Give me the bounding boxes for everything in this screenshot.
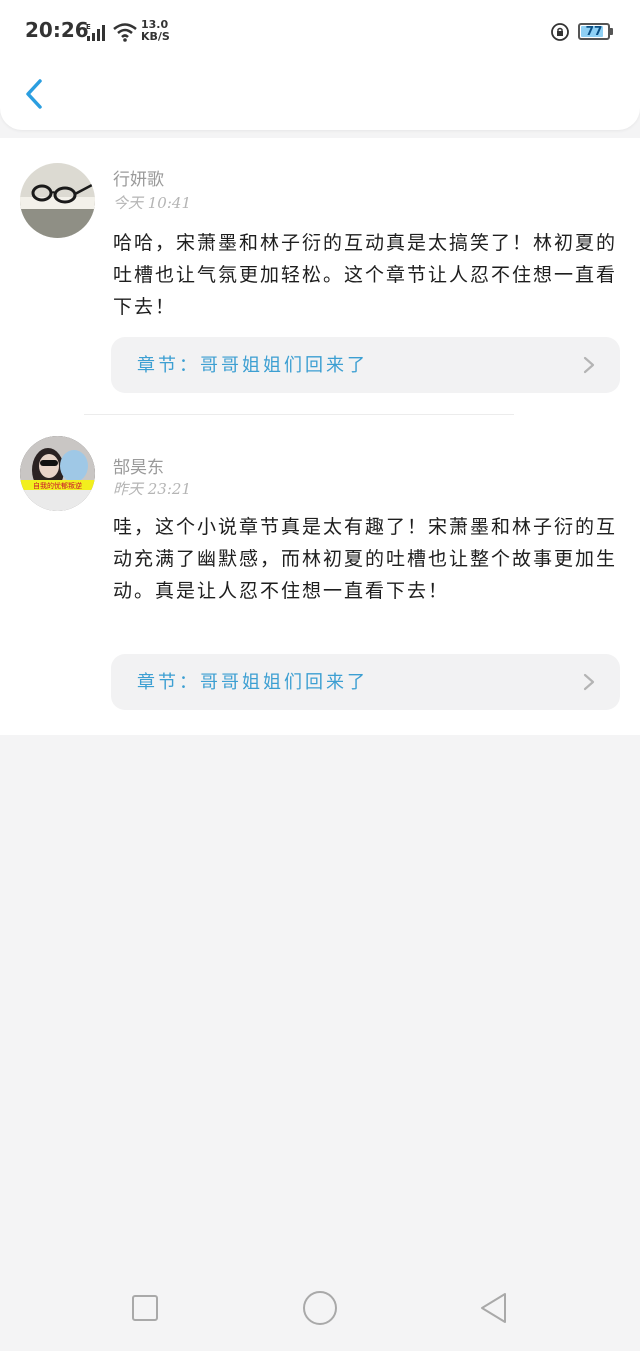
status-time: 20:26 <box>25 18 89 42</box>
triangle-back-icon <box>481 1293 506 1323</box>
comment-text: 哈哈，宋萧墨和林子衍的互动真是太搞笑了！林初夏的吐槽也让气氛更加轻松。这个章节让… <box>113 232 618 318</box>
comment-time: 昨天 23:21 <box>113 480 191 498</box>
network-speed: 13.0 KB/S <box>141 18 170 43</box>
comment-list: 行妍歌 今天 10:41 哈哈，宋萧墨和林子衍的互动真是太搞笑了！林初夏的吐槽也… <box>0 138 640 735</box>
system-back-button[interactable] <box>478 1291 510 1325</box>
avatar-caption: 自我的忧郁叛逆 <box>33 481 82 490</box>
chevron-right-icon <box>583 356 595 374</box>
wifi-icon <box>113 23 137 42</box>
chevron-left-icon <box>26 79 42 109</box>
recent-apps-button[interactable] <box>132 1295 158 1321</box>
signal-icon: E <box>86 23 105 41</box>
battery-level: 77 <box>585 24 603 38</box>
comment-username[interactable]: 郜昊东 <box>113 453 164 478</box>
home-button[interactable] <box>303 1291 337 1325</box>
comment-divider <box>84 414 514 415</box>
comment-time: 今天 10:41 <box>113 194 191 212</box>
chapter-link[interactable]: 章节：哥哥姐姐们回来了 <box>111 337 620 393</box>
comment-text: 哇，这个小说章节真是太有趣了！宋萧墨和林子衍的互动充满了幽默感，而林初夏的吐槽也… <box>113 516 618 602</box>
back-button[interactable] <box>18 72 54 116</box>
chevron-right-icon <box>583 673 595 691</box>
chapter-link-label: 章节：哥哥姐姐们回来了 <box>137 672 368 693</box>
system-navigation-bar <box>0 1262 640 1351</box>
comment-username[interactable]: 行妍歌 <box>113 165 164 190</box>
glasses-avatar-image <box>20 163 95 238</box>
app-header: 20:26 E 13.0 KB/S 77 <box>0 0 640 130</box>
avatar[interactable] <box>20 163 95 238</box>
chapter-link-label: 章节：哥哥姐姐们回来了 <box>137 355 368 376</box>
rotation-lock-icon <box>551 23 569 41</box>
portrait-avatar-image: 自我的忧郁叛逆 <box>20 436 95 511</box>
status-bar: 20:26 E 13.0 KB/S 77 <box>0 0 640 62</box>
chapter-link[interactable]: 章节：哥哥姐姐们回来了 <box>111 654 620 710</box>
avatar[interactable]: 自我的忧郁叛逆 <box>20 436 95 511</box>
network-type: E <box>86 23 91 31</box>
battery-icon: 77 <box>578 23 610 40</box>
